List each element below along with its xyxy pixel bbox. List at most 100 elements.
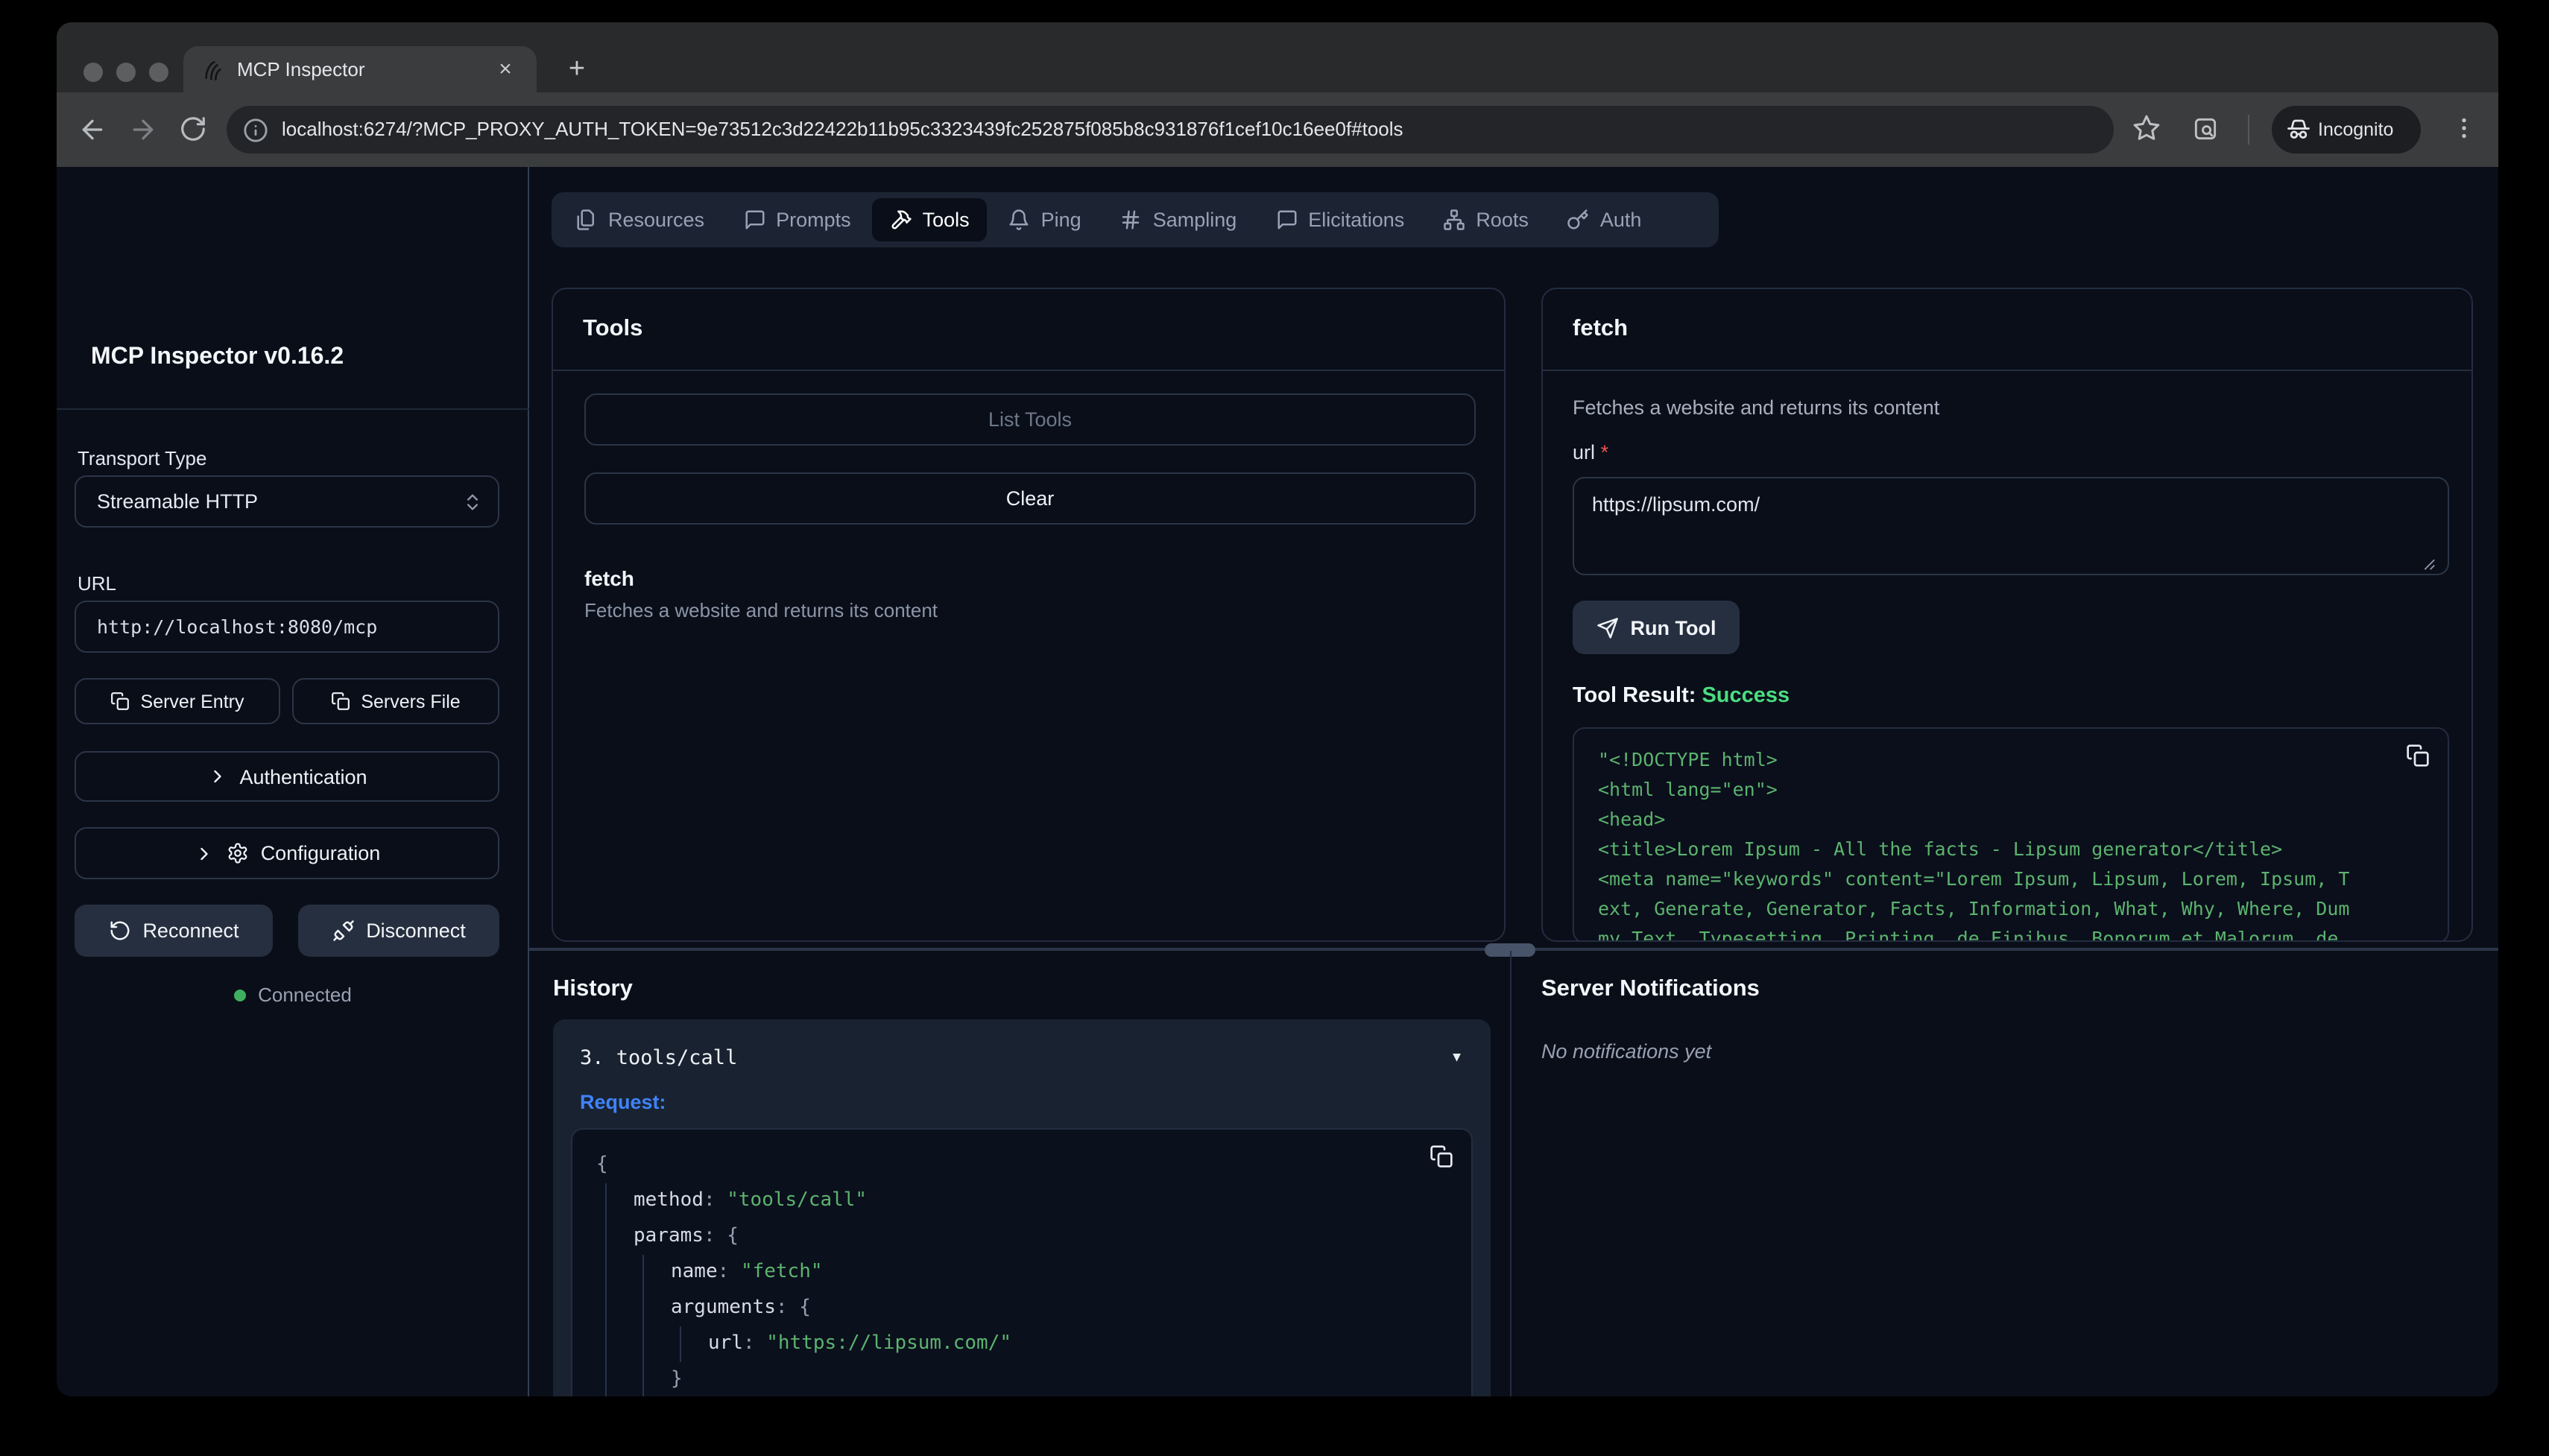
- servers-file-button[interactable]: Servers File: [292, 678, 499, 724]
- tab-prompts[interactable]: Prompts: [725, 198, 869, 241]
- request-json-block[interactable]: { method: "tools/call" params: { name: "…: [571, 1128, 1473, 1396]
- json-line: name: "fetch": [671, 1255, 1447, 1291]
- json-line: arguments: {: [671, 1291, 1447, 1326]
- screen: MCP Inspector × + localhost:6274/?MCP_PR…: [0, 0, 2549, 1456]
- browser-menu-icon[interactable]: [2451, 115, 2477, 142]
- resize-handle-icon[interactable]: [2419, 554, 2436, 571]
- history-entry-header[interactable]: 3. tools/call ▼: [571, 1037, 1473, 1079]
- url-param-input[interactable]: https://lipsum.com/: [1573, 477, 2449, 575]
- message-square-icon: [743, 209, 765, 231]
- tab-label: Resources: [608, 209, 704, 231]
- toolbar-separator: [2248, 115, 2249, 145]
- server-entry-button[interactable]: Server Entry: [75, 678, 280, 724]
- send-icon: [1596, 616, 1619, 639]
- rotate-ccw-icon: [108, 920, 130, 942]
- side-panel-search-icon[interactable]: [2191, 115, 2220, 143]
- chevron-right-icon: [206, 766, 227, 787]
- window-zoom-button[interactable]: [149, 63, 168, 82]
- browser-tab-strip: MCP Inspector × +: [57, 22, 2498, 92]
- bell-icon: [1008, 209, 1031, 231]
- history-entry-title: 3. tools/call: [580, 1046, 737, 1070]
- browser-tab[interactable]: MCP Inspector ×: [183, 46, 537, 92]
- connection-status: Connected: [57, 984, 529, 1006]
- tool-result-status: Success: [1702, 684, 1790, 708]
- disconnect-button[interactable]: Disconnect: [298, 905, 499, 957]
- tab-roots[interactable]: Roots: [1425, 198, 1547, 241]
- sidebar: MCP Inspector v0.16.2 Transport Type Str…: [57, 167, 529, 1396]
- tab-label: Sampling: [1153, 209, 1237, 231]
- mcp-favicon-icon: [201, 58, 225, 82]
- url-bar[interactable]: localhost:6274/?MCP_PROXY_AUTH_TOKEN=9e7…: [227, 106, 2114, 153]
- chevron-right-icon: [194, 843, 215, 864]
- tool-detail-header: fetch: [1543, 289, 2471, 371]
- nav-tab-bar: Resources Prompts Tools Ping: [552, 192, 1719, 247]
- tool-result-output[interactable]: "<!DOCTYPE html><html lang="en"><head><t…: [1573, 727, 2449, 942]
- copy-icon[interactable]: [2406, 744, 2430, 767]
- incognito-icon: [2285, 116, 2312, 143]
- result-code: "<!DOCTYPE html><html lang="en"><head><t…: [1598, 745, 2424, 942]
- url-field-label: URL: [78, 572, 116, 595]
- gear-icon: [227, 842, 249, 864]
- tab-tools[interactable]: Tools: [872, 198, 988, 241]
- tab-label: Roots: [1476, 209, 1529, 231]
- tool-detail-description: Fetches a website and returns its conten…: [1573, 396, 1939, 419]
- tab-elicitations[interactable]: Elicitations: [1257, 198, 1422, 241]
- server-notifications-title: Server Notifications: [1541, 976, 1760, 1003]
- app-page: MCP Inspector v0.16.2 Transport Type Str…: [57, 167, 2498, 1396]
- tab-label: Auth: [1600, 209, 1642, 231]
- url-text[interactable]: localhost:6274/?MCP_PROXY_AUTH_TOKEN=9e7…: [282, 106, 2090, 153]
- reconnect-button[interactable]: Reconnect: [75, 905, 273, 957]
- tools-panel-title: Tools: [583, 316, 642, 343]
- collapse-triangle-icon[interactable]: ▼: [1453, 1037, 1461, 1079]
- tool-detail-title: fetch: [1573, 316, 1628, 343]
- run-tool-button[interactable]: Run Tool: [1573, 601, 1740, 654]
- hash-icon: [1120, 209, 1143, 231]
- json-line: {: [596, 1148, 1447, 1183]
- browser-window: MCP Inspector × + localhost:6274/?MCP_PR…: [57, 22, 2498, 1396]
- transport-type-select[interactable]: Streamable HTTP: [75, 475, 499, 528]
- tool-item-description: Fetches a website and returns its conten…: [584, 599, 938, 621]
- window-minimize-button[interactable]: [116, 63, 136, 82]
- history-title: History: [553, 976, 633, 1003]
- server-url-input[interactable]: [75, 601, 499, 653]
- tab-auth[interactable]: Auth: [1550, 198, 1660, 241]
- url-param-label: url *: [1573, 441, 1608, 463]
- unplug-icon: [332, 920, 354, 942]
- forward-icon[interactable]: [128, 115, 158, 145]
- incognito-label: Incognito: [2318, 106, 2393, 153]
- tools-panel: Tools List Tools Clear fetch Fetches a w…: [552, 288, 1506, 942]
- tool-result-label: Tool Result:: [1573, 684, 1696, 708]
- tab-resources[interactable]: Resources: [558, 198, 722, 241]
- tool-detail-panel: fetch Fetches a website and returns its …: [1541, 288, 2473, 942]
- new-tab-button[interactable]: +: [558, 51, 596, 89]
- bookmark-star-icon[interactable]: [2132, 113, 2161, 143]
- tab-ping[interactable]: Ping: [991, 198, 1099, 241]
- site-info-icon[interactable]: [243, 118, 268, 143]
- copy-icon[interactable]: [1430, 1145, 1453, 1168]
- status-text: Connected: [258, 984, 352, 1006]
- browser-toolbar: localhost:6274/?MCP_PROXY_AUTH_TOKEN=9e7…: [57, 92, 2498, 167]
- tool-item-name: fetch: [584, 566, 634, 590]
- tab-label: Ping: [1041, 209, 1081, 231]
- tab-sampling[interactable]: Sampling: [1102, 198, 1255, 241]
- json-line: url: "https://lipsum.com/": [708, 1326, 1447, 1362]
- history-panel: History 3. tools/call ▼ Request:: [529, 951, 1510, 1396]
- json-line: }: [671, 1362, 1447, 1396]
- tab-close-icon[interactable]: ×: [489, 46, 522, 92]
- clear-tools-button[interactable]: Clear: [584, 472, 1476, 525]
- tools-panel-header: Tools: [553, 289, 1504, 371]
- back-icon[interactable]: [78, 115, 107, 145]
- incognito-badge: Incognito: [2272, 106, 2421, 153]
- no-notifications-text: No notifications yet: [1541, 1040, 1711, 1063]
- copy-icon: [111, 691, 130, 711]
- tool-result-line: Tool Result: Success: [1573, 684, 1790, 708]
- authentication-button[interactable]: Authentication: [75, 751, 499, 802]
- key-icon: [1567, 209, 1590, 231]
- reload-icon[interactable]: [179, 115, 207, 143]
- param-name: url: [1573, 441, 1595, 463]
- authentication-label: Authentication: [239, 765, 367, 788]
- configuration-button[interactable]: Configuration: [75, 827, 499, 879]
- list-tools-button[interactable]: List Tools: [584, 393, 1476, 446]
- window-close-button[interactable]: [83, 63, 103, 82]
- configuration-label: Configuration: [261, 842, 381, 864]
